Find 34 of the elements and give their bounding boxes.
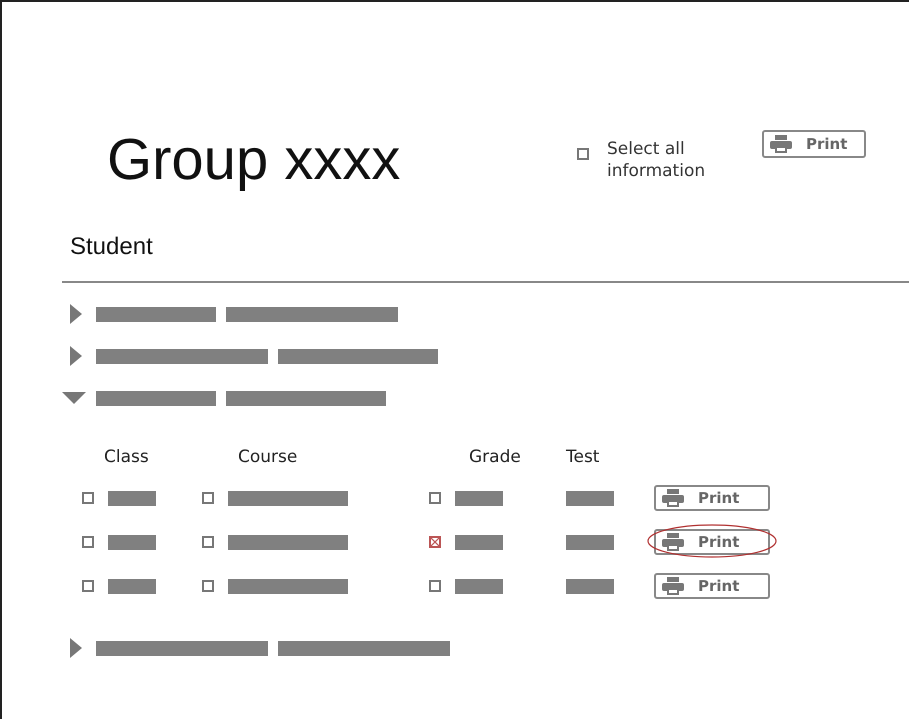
print-button[interactable]: Print: [654, 529, 770, 556]
placeholder-bar: [566, 490, 614, 506]
checkbox[interactable]: [429, 536, 441, 548]
print-button[interactable]: Print: [762, 130, 866, 158]
print-button[interactable]: Print: [654, 573, 770, 600]
checkbox[interactable]: [82, 492, 94, 504]
print-button[interactable]: Print: [654, 485, 770, 512]
column-header: Class: [104, 447, 149, 468]
checkbox[interactable]: [429, 492, 441, 504]
section-title: Student: [70, 233, 154, 262]
checkbox[interactable]: [202, 580, 214, 592]
placeholder-bar: [108, 578, 156, 594]
placeholder-bar: [455, 578, 503, 594]
checkbox[interactable]: [82, 580, 94, 592]
printer-icon: [770, 135, 792, 153]
placeholder-bar: [566, 578, 614, 594]
printer-icon: [662, 489, 684, 508]
checkbox[interactable]: [82, 536, 94, 548]
checkbox[interactable]: [429, 580, 441, 592]
printer-icon: [662, 577, 684, 596]
placeholder-bar: [455, 490, 503, 506]
select-all-label: Select all information: [607, 138, 706, 182]
page-title: Group xxxx: [107, 126, 402, 194]
placeholder-bar: [108, 490, 156, 506]
column-header: Test: [566, 447, 600, 468]
checkbox[interactable]: [202, 492, 214, 504]
checkbox[interactable]: [577, 148, 589, 160]
column-header: Course: [238, 447, 298, 468]
placeholder-bar: [566, 534, 614, 550]
placeholder-bar: [455, 534, 503, 550]
checkbox[interactable]: [202, 536, 214, 548]
placeholder-bar: [108, 534, 156, 550]
column-header: Grade: [469, 447, 521, 468]
printer-icon: [662, 533, 684, 552]
